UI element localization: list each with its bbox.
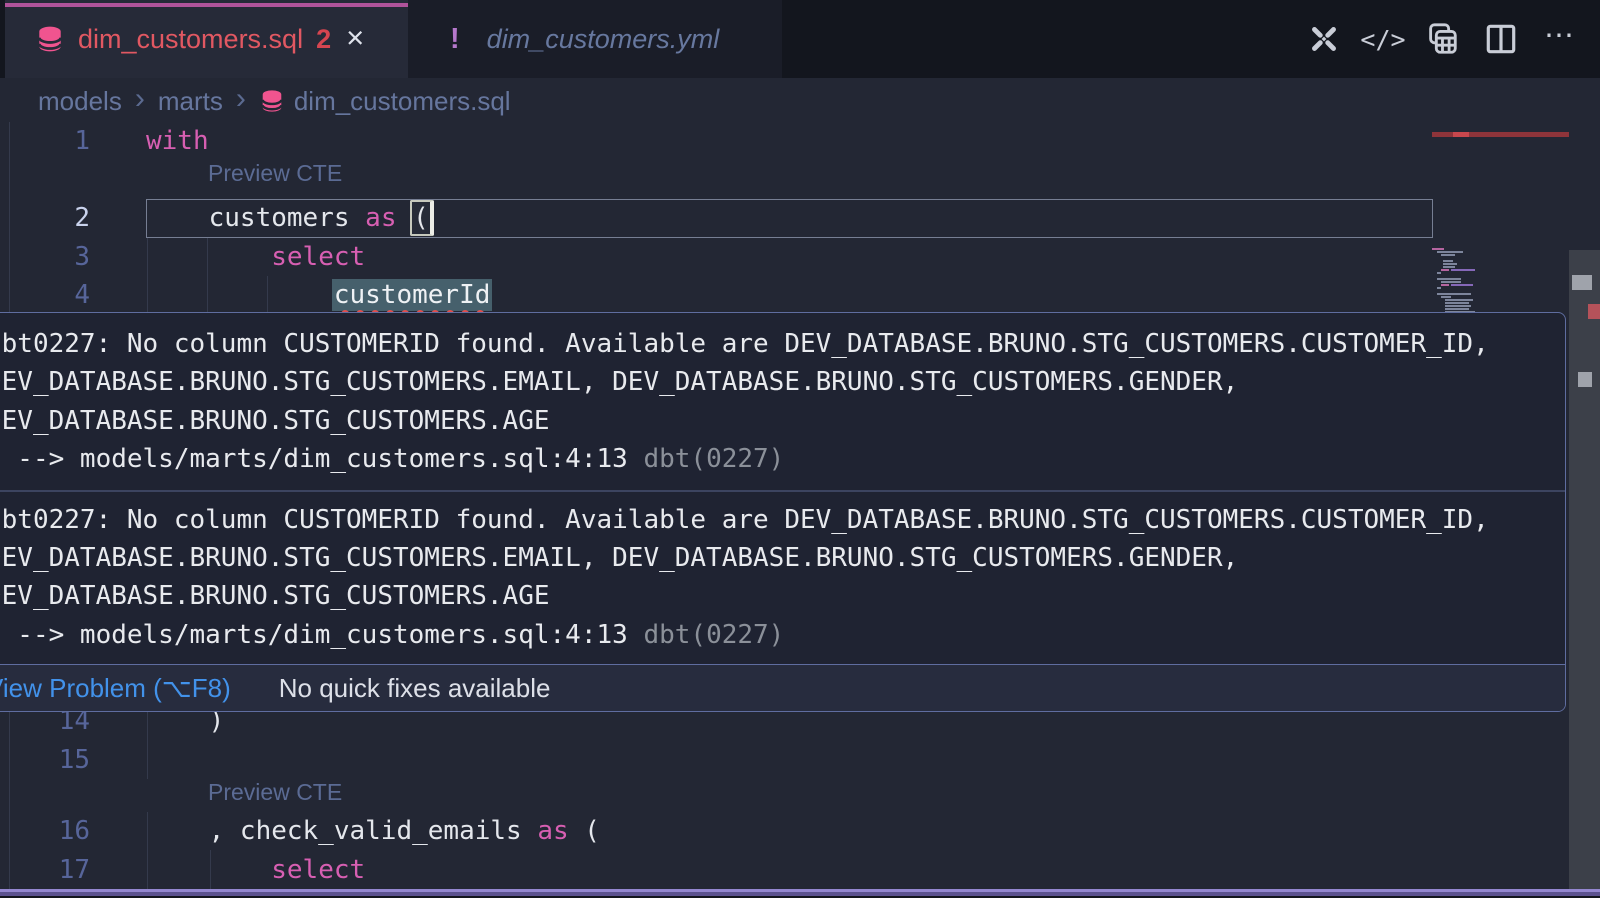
error-hover-popup: dbt0227: No column CUSTOMERID found. Ava… — [0, 312, 1566, 712]
tab-filename: dim_customers.sql — [78, 24, 303, 55]
minimap-row — [1432, 296, 1569, 298]
code-line[interactable]: 17 select — [0, 851, 1568, 890]
tab-dim-customers-yml[interactable]: ! dim_customers.yml — [408, 0, 782, 78]
database-icon — [259, 88, 285, 114]
code-text[interactable]: select — [146, 851, 365, 890]
error-location-line: --> models/marts/dim_customers.sql:4:13 … — [0, 440, 1565, 478]
line-number: 2 — [0, 199, 90, 238]
error-message-line: dbt0227: No column CUSTOMERID found. Ava… — [0, 501, 1565, 539]
minimap-row — [1432, 275, 1569, 277]
overview-ruler-mark — [1572, 275, 1592, 290]
code-line[interactable]: 15 — [0, 741, 1568, 780]
minimap-row — [1432, 278, 1569, 280]
database-icon — [35, 24, 65, 54]
line-number: 4 — [0, 276, 90, 315]
code-text[interactable]: select — [146, 238, 365, 277]
error-message-line: DEV_DATABASE.BRUNO.STG_CUSTOMERS.AGE — [0, 577, 1565, 615]
line-number: 16 — [0, 812, 90, 851]
active-tab-accent — [5, 3, 408, 7]
minimap-row — [1432, 248, 1569, 250]
code-text[interactable]: customerId — [146, 276, 490, 315]
error-code-label: dbt(0227) — [643, 620, 784, 650]
minimap-error-line — [1432, 132, 1569, 137]
close-icon[interactable]: × — [346, 22, 364, 53]
minimap-row — [1432, 260, 1569, 262]
scrollbar[interactable] — [1569, 250, 1600, 898]
line-number: 3 — [0, 238, 90, 277]
overview-ruler-mark — [1578, 372, 1592, 387]
no-quick-fixes-label: No quick fixes available — [279, 673, 551, 704]
error-token-customerid: customerId — [332, 279, 493, 311]
minimap-row — [1432, 269, 1569, 271]
minimap-row — [1432, 290, 1569, 292]
more-actions-icon[interactable]: ⋯ — [1542, 21, 1578, 57]
minimap-row — [1432, 251, 1569, 253]
minimap-row — [1432, 254, 1569, 256]
editor-window: dim_customers.sql 2 × ! dim_customers.ym… — [0, 0, 1600, 898]
breadcrumb-item-models[interactable]: models — [38, 86, 122, 117]
warning-exclamation-icon: ! — [450, 23, 460, 56]
compile-code-icon[interactable]: </> — [1365, 21, 1401, 57]
tab-bar: dim_customers.sql 2 × ! dim_customers.ym… — [0, 0, 1600, 78]
line-number: 15 — [0, 741, 90, 780]
error-message-block: dbt0227: No column CUSTOMERID found. Ava… — [0, 492, 1565, 656]
code-line[interactable]: 1 with — [0, 122, 1568, 161]
minimap-row — [1432, 263, 1569, 265]
editor-actions: </> ⋯ — [1306, 0, 1578, 78]
dbt-logo-icon[interactable] — [1306, 21, 1342, 57]
chevron-right-icon: › — [236, 82, 246, 116]
error-message-block: dbt0227: No column CUSTOMERID found. Ava… — [0, 313, 1565, 490]
minimap-row — [1432, 272, 1569, 274]
error-code-label: dbt(0227) — [643, 444, 784, 474]
code-text[interactable]: with — [146, 122, 209, 161]
minimap-row — [1432, 266, 1569, 268]
code-line[interactable]: 16 , check_valid_emails as ( — [0, 812, 1568, 851]
breadcrumb: models › marts › dim_customers.sql — [38, 78, 511, 124]
minimap-row — [1432, 308, 1569, 310]
copy-table-icon[interactable] — [1424, 21, 1460, 57]
breadcrumb-item-file[interactable]: dim_customers.sql — [259, 86, 511, 117]
chevron-right-icon: › — [135, 82, 145, 116]
minimap-row — [1432, 284, 1569, 286]
text-cursor-bracket: ( — [410, 200, 434, 236]
code-line[interactable]: 4 customerId — [0, 276, 1568, 315]
code-lens-row: Preview CTE — [0, 160, 1568, 199]
error-message-line: dbt0227: No column CUSTOMERID found. Ava… — [0, 325, 1565, 363]
panel-resize-sash[interactable] — [0, 889, 1600, 896]
minimap-row — [1432, 299, 1569, 301]
minimap-row — [1432, 302, 1569, 304]
code-text[interactable]: customers as ( — [146, 199, 430, 238]
code-text[interactable]: , check_valid_emails as ( — [146, 812, 600, 851]
minimap-row — [1432, 305, 1569, 307]
error-message-line: DEV_DATABASE.BRUNO.STG_CUSTOMERS.AGE — [0, 402, 1565, 440]
tab-problem-badge: 2 — [316, 24, 331, 55]
minimap-row — [1432, 281, 1569, 283]
code-line[interactable]: 2 customers as ( — [0, 199, 1568, 238]
preview-cte-code-lens[interactable]: Preview CTE — [208, 779, 342, 806]
minimap-row — [1432, 293, 1569, 295]
tab-filename: dim_customers.yml — [487, 24, 720, 55]
split-editor-icon[interactable] — [1483, 21, 1519, 57]
preview-cte-code-lens[interactable]: Preview CTE — [208, 160, 342, 187]
breadcrumb-item-marts[interactable]: marts — [158, 86, 223, 117]
line-number: 17 — [0, 851, 90, 890]
error-message-line: DEV_DATABASE.BRUNO.STG_CUSTOMERS.EMAIL, … — [0, 539, 1565, 577]
line-number: 1 — [0, 122, 90, 161]
minimap-row — [1432, 287, 1569, 289]
popup-status-bar: View Problem (⌥F8) No quick fixes availa… — [0, 664, 1565, 711]
minimap-row — [1432, 257, 1569, 259]
view-problem-link[interactable]: View Problem (⌥F8) — [0, 673, 231, 704]
error-message-line: DEV_DATABASE.BRUNO.STG_CUSTOMERS.EMAIL, … — [0, 363, 1565, 401]
error-location-line: --> models/marts/dim_customers.sql:4:13 … — [0, 616, 1565, 654]
code-line[interactable]: 3 select — [0, 238, 1568, 277]
overview-ruler-mark — [1588, 304, 1600, 319]
tab-dim-customers-sql[interactable]: dim_customers.sql 2 × — [5, 0, 408, 78]
